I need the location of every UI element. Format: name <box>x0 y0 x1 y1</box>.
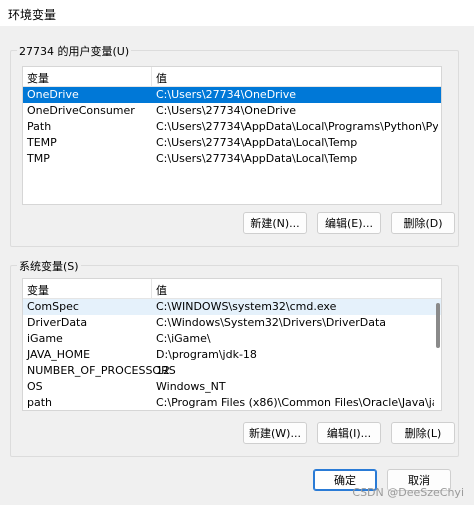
system-variable-row[interactable]: NUMBER_OF_PROCESSORS 12 <box>23 363 441 379</box>
user-variables-list[interactable]: 变量 值 OneDrive C:\Users\27734\OneDrive On… <box>22 66 442 205</box>
user-variables-group: 27734 的用户变量(U) 变量 值 OneDrive C:\Users\27… <box>10 43 459 247</box>
list-header: 变量 值 <box>23 67 441 87</box>
variable-name: path <box>27 396 53 409</box>
window-title: 环境变量 <box>8 8 57 22</box>
system-variable-row[interactable]: JAVA_HOME D:\program\jdk-18 <box>23 347 441 363</box>
variable-name: TEMP <box>27 136 57 149</box>
variable-value: C:\Program Files (x86)\Common Files\Orac… <box>156 396 434 409</box>
system-variable-row[interactable]: path C:\Program Files (x86)\Common Files… <box>23 395 441 410</box>
variable-value: C:\Users\27734\AppData\Local\Temp <box>156 136 358 149</box>
variable-name: JAVA_HOME <box>27 348 91 361</box>
variable-name: OS <box>27 380 43 393</box>
variable-name: ComSpec <box>27 300 79 313</box>
user-delete-button[interactable]: 删除(D) <box>391 212 455 234</box>
variable-value: D:\program\jdk-18 <box>156 348 257 361</box>
variable-value: C:\Users\27734\AppData\Local\Programs\Py… <box>156 120 438 133</box>
system-new-button[interactable]: 新建(W)... <box>243 422 307 444</box>
variable-value: C:\WINDOWS\system32\cmd.exe <box>156 300 337 313</box>
system-delete-button[interactable]: 删除(L) <box>391 422 455 444</box>
user-variable-row[interactable]: Path C:\Users\27734\AppData\Local\Progra… <box>23 119 441 135</box>
variable-value: C:\iGame\ <box>156 332 211 345</box>
variable-name: OneDrive <box>27 88 79 101</box>
variable-name: iGame <box>27 332 63 345</box>
variable-value: C:\Users\27734\AppData\Local\Temp <box>156 152 358 165</box>
variable-name: Path <box>27 120 52 133</box>
user-variable-row[interactable]: OneDrive C:\Users\27734\OneDrive <box>23 87 441 103</box>
system-variables-label: 系统变量(S) <box>17 258 81 274</box>
variable-name: DriverData <box>27 316 88 329</box>
vertical-scrollbar[interactable] <box>434 299 440 409</box>
user-variable-row[interactable]: TMP C:\Users\27734\AppData\Local\Temp <box>23 151 441 167</box>
user-variables-label: 27734 的用户变量(U) <box>17 43 132 59</box>
system-variable-row[interactable]: ComSpec C:\WINDOWS\system32\cmd.exe <box>23 299 441 315</box>
variable-name: TMP <box>27 152 50 165</box>
column-header-name[interactable]: 变量 <box>27 282 49 298</box>
system-variable-row[interactable]: DriverData C:\Windows\System32\Drivers\D… <box>23 315 441 331</box>
list-header: 变量 值 <box>23 279 441 299</box>
column-header-name[interactable]: 变量 <box>27 70 49 86</box>
column-separator[interactable] <box>151 67 152 86</box>
system-variable-row[interactable]: iGame C:\iGame\ <box>23 331 441 347</box>
system-variables-group: 系统变量(S) 变量 值 ComSpec C:\WINDOWS\system32… <box>10 258 459 457</box>
user-new-button[interactable]: 新建(N)... <box>243 212 307 234</box>
variable-value: C:\Users\27734\OneDrive <box>156 88 297 101</box>
user-variable-row[interactable]: OneDriveConsumer C:\Users\27734\OneDrive <box>23 103 441 119</box>
user-edit-button[interactable]: 编辑(E)... <box>317 212 381 234</box>
variable-value: 12 <box>156 364 170 377</box>
system-variable-row[interactable]: OS Windows_NT <box>23 379 441 395</box>
title-bar: 环境变量 <box>0 0 474 26</box>
column-separator[interactable] <box>151 279 152 298</box>
system-edit-button[interactable]: 编辑(I)... <box>317 422 381 444</box>
system-variables-list[interactable]: 变量 值 ComSpec C:\WINDOWS\system32\cmd.exe… <box>22 278 442 411</box>
scrollbar-thumb[interactable] <box>436 303 440 348</box>
variable-value: C:\Windows\System32\Drivers\DriverData <box>156 316 387 329</box>
variable-value: Windows_NT <box>156 380 226 393</box>
variable-name: OneDriveConsumer <box>27 104 135 117</box>
variable-name: NUMBER_OF_PROCESSORS <box>27 364 176 377</box>
column-header-value[interactable]: 值 <box>156 282 167 298</box>
user-variable-row[interactable]: TEMP C:\Users\27734\AppData\Local\Temp <box>23 135 441 151</box>
watermark: CSDN @DeeSzeChyi <box>352 486 464 499</box>
variable-value: C:\Users\27734\OneDrive <box>156 104 297 117</box>
column-header-value[interactable]: 值 <box>156 70 167 86</box>
